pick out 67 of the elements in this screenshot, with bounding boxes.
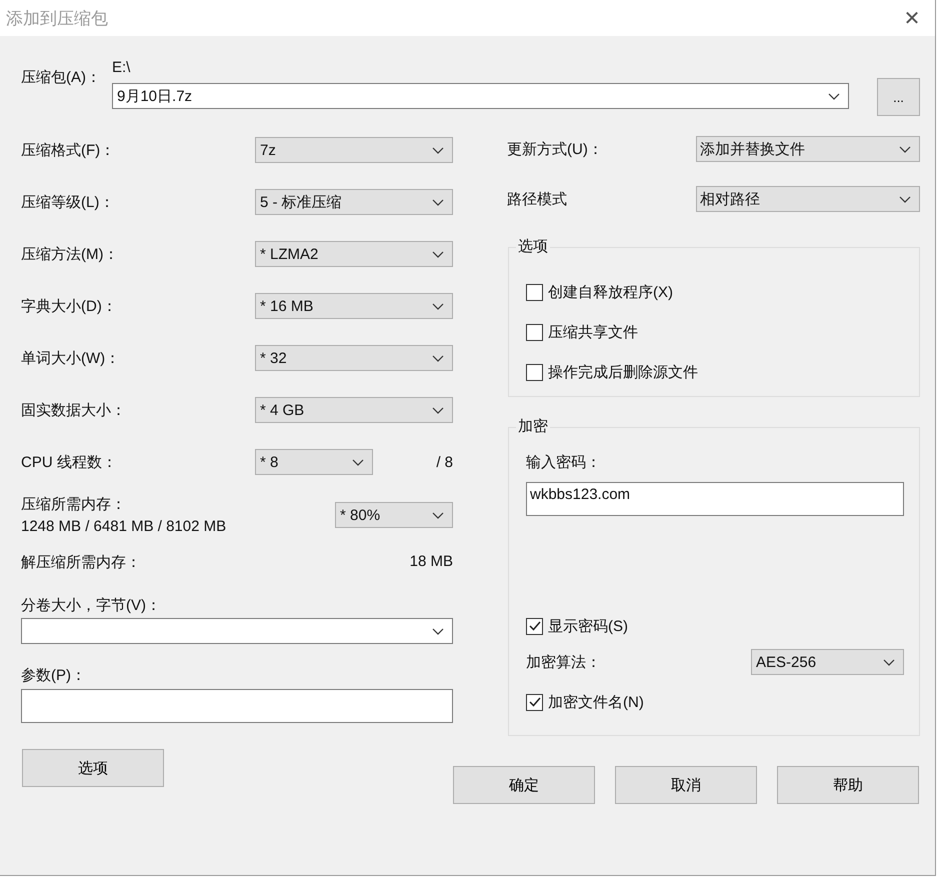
checkbox[interactable] — [526, 324, 543, 340]
threads-max: / 8 — [436, 454, 453, 470]
chevron-down-icon — [432, 302, 444, 310]
archive-label: 压缩包(A)： — [21, 68, 102, 87]
setting-combo[interactable]: * LZMA2 — [255, 241, 453, 267]
chevron-down-icon — [352, 458, 364, 466]
chevron-down-icon — [899, 146, 911, 152]
checkbox-label: 操作完成后删除源文件 — [548, 362, 698, 382]
volume-label: 分卷大小，字节(V)： — [21, 596, 162, 615]
volume-combo[interactable] — [21, 618, 453, 644]
setting-combo[interactable]: * 32 — [255, 345, 453, 371]
parameters-label: 参数(P)： — [21, 666, 87, 685]
chevron-down-icon — [899, 196, 911, 202]
path-mode-combo[interactable]: 相对路径 — [696, 186, 920, 212]
chevron-down-icon — [432, 628, 444, 634]
chevron-down-icon — [432, 406, 444, 414]
checkbox-label: 显示密码(S) — [548, 616, 628, 636]
checkbox[interactable] — [526, 364, 543, 380]
dialog-button[interactable]: 取消 — [615, 766, 757, 804]
decompress-memory-value: 18 MB — [410, 553, 453, 572]
checkbox[interactable] — [526, 618, 543, 634]
checkbox[interactable] — [526, 694, 543, 710]
setting-combo[interactable]: 5 - 标准压缩 — [255, 189, 453, 215]
memory-label: 压缩所需内存： — [21, 495, 127, 514]
options-button[interactable]: 选项 — [22, 749, 164, 787]
checkbox[interactable] — [526, 284, 543, 300]
setting-label: 固实数据大小： — [21, 400, 126, 420]
group-title: 加密 — [516, 418, 550, 436]
method-combo[interactable]: AES-256 — [751, 649, 904, 675]
browse-button[interactable]: ... — [877, 78, 920, 116]
chevron-down-icon — [828, 92, 840, 100]
group-title: 选项 — [516, 238, 550, 256]
chevron-down-icon — [432, 512, 444, 518]
checkbox-label: 压缩共享文件 — [548, 322, 638, 342]
checkbox-label: 加密文件名(N) — [548, 692, 644, 712]
setting-label: 压缩等级(L)： — [21, 192, 114, 212]
chevron-down-icon — [432, 198, 444, 206]
setting-label: 压缩方法(M)： — [21, 244, 118, 264]
path-mode-label: 路径模式 — [507, 190, 567, 208]
dialog-button[interactable]: 帮助 — [777, 766, 919, 804]
dialog-button[interactable]: 确定 — [453, 766, 595, 804]
update-mode-combo[interactable]: 添加并替换文件 — [696, 136, 920, 162]
checkbox-label: 创建自释放程序(X) — [548, 282, 673, 302]
chevron-down-icon — [883, 658, 895, 666]
password-field[interactable]: wkbbs123.com — [526, 482, 904, 516]
setting-combo[interactable]: * 16 MB — [255, 293, 453, 319]
parameters-field[interactable] — [21, 689, 453, 723]
update-mode-label: 更新方式(U)： — [507, 140, 603, 158]
setting-combo[interactable]: 7z — [255, 137, 453, 163]
threads-combo[interactable]: * 8 — [255, 449, 373, 475]
archive-name-combo[interactable]: 9月10日.7z — [112, 83, 849, 109]
setting-label: 压缩格式(F)： — [21, 140, 116, 160]
memory-usage: 1248 MB / 6481 MB / 8102 MB — [21, 518, 226, 535]
chevron-down-icon — [432, 354, 444, 362]
chevron-down-icon — [432, 250, 444, 258]
threads-label: CPU 线程数： — [21, 452, 117, 472]
decompress-memory-label: 解压缩所需内存： — [21, 553, 141, 572]
memory-combo[interactable]: * 80% — [335, 502, 453, 528]
close-button[interactable]: ✕ — [889, 0, 935, 36]
window-title: 添加到压缩包 — [6, 8, 108, 30]
password-label: 输入密码： — [526, 454, 602, 472]
setting-label: 单词大小(W)： — [21, 348, 120, 368]
folder-path: E:\ — [112, 59, 132, 77]
setting-label: 字典大小(D)： — [21, 296, 117, 316]
chevron-down-icon — [432, 146, 444, 154]
method-label: 加密算法： — [526, 652, 601, 672]
setting-combo[interactable]: * 4 GB — [255, 397, 453, 423]
